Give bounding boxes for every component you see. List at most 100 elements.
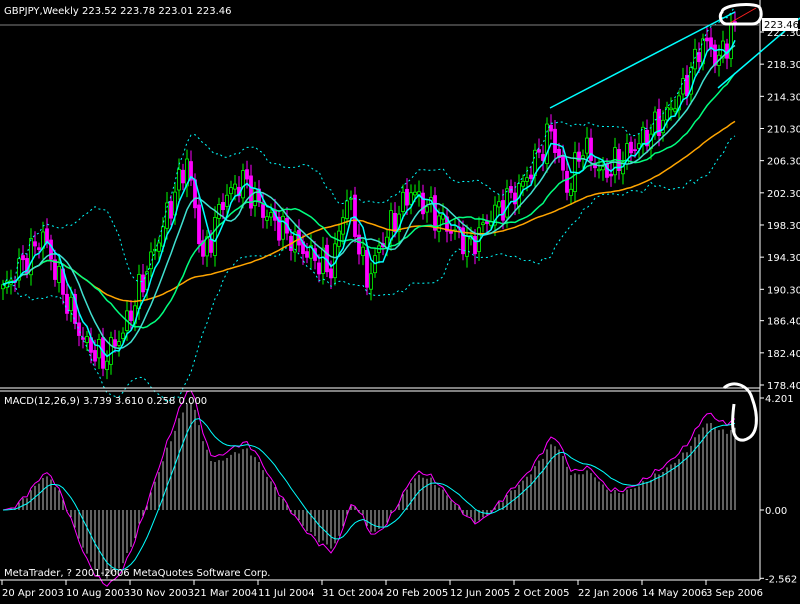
candle-body [345,200,349,219]
candle-body [137,274,141,310]
candle-body [729,23,733,60]
candle-body [117,341,121,346]
macd-tick-label: 0.00 [765,506,787,517]
candle-body [597,168,601,172]
price-tick-label: 218.30 [767,60,800,71]
candle-body [393,212,397,232]
candle-body [369,273,373,290]
chart-window: 222.30 218.30 214.30 210.30 206.30 202.30 198.… [0,0,800,600]
candle-body [553,128,557,153]
candle-body [673,108,677,112]
candle-body [337,230,341,247]
time-tick-label: 30 Nov 2003 [130,588,194,599]
candle-body [365,249,369,288]
time-tick-label: 22 Jan 2006 [578,588,638,599]
candle-body [341,217,345,235]
candle-body [537,149,541,153]
candle-body [269,212,273,218]
candle-body [513,192,517,205]
candle-body [465,235,469,257]
candle-body [385,236,389,248]
candle-body [221,202,225,211]
candle-body [197,204,201,245]
price-tick-label: 194.30 [767,253,800,264]
candle-body [401,191,405,212]
time-tick-label: 20 Feb 2005 [386,588,448,599]
candle-body [81,337,85,340]
price-tick-label: 186.40 [767,317,800,328]
time-tick-label: 20 Apr 2003 [2,588,64,599]
candle-body [45,228,49,243]
symbol-title: GBPJPY,Weekly [4,6,79,17]
candle-body [481,222,485,226]
candle-body [241,170,245,199]
price-tick-label: 182.40 [767,349,800,360]
candle-body [77,322,81,336]
candle-body [217,204,221,219]
candle-body [261,204,265,218]
candle-body [613,147,617,176]
candle-body [93,350,97,362]
current-price-label: 223.46 [764,20,799,31]
candle-body [585,137,589,154]
candle-body [53,259,57,280]
candle-body [501,200,505,221]
time-tick-label: 11 Jul 2004 [258,588,315,599]
candle-body [425,206,429,213]
candle-body [505,188,509,218]
candle-body [209,238,213,253]
price-tick-label: 190.30 [767,285,800,296]
candle-body [85,336,89,343]
candle-body [405,188,409,206]
candle-body [21,255,25,261]
candle-body [129,310,133,321]
candle-body [433,195,437,231]
ohlc-values: 223.52 223.78 223.01 223.46 [82,6,232,17]
macd-tick-label: -2.562 [765,574,797,585]
candle-body [233,183,237,190]
candle-body [249,175,253,209]
price-chart[interactable]: 222.30218.30214.30210.30206.30202.30198.… [0,0,800,600]
candle-body [49,239,53,260]
price-tick-label: 210.30 [767,124,800,135]
time-tick-label: 14 May 2006 [642,588,707,599]
candle-body [213,216,217,256]
price-tick-label: 214.30 [767,92,800,103]
time-tick-label: 12 Jun 2005 [450,588,510,599]
candle-body [281,215,285,240]
candle-body [601,166,605,171]
candle-body [245,169,249,180]
price-tick-label: 206.30 [767,157,800,168]
time-tick-label: 10 Aug 2003 [66,588,130,599]
candle-body [97,339,101,359]
candle-body [229,187,233,195]
macd-header: MACD(12,26,9) 3.739 3.610 0.258 0.000 [4,396,207,407]
candle-body [109,337,113,365]
macd-tick-label: 4.201 [765,394,794,405]
candle-body [709,37,713,48]
candle-body [389,210,393,241]
candle-body [609,173,613,177]
candle-body [157,242,161,252]
candle-body [121,332,125,339]
price-tick-label: 202.30 [767,189,800,200]
candle-body [569,188,573,196]
candle-body [181,169,185,184]
candle-body [69,296,73,312]
candle-body [693,48,697,70]
candle-body [253,188,257,206]
candle-body [177,169,181,191]
candle-body [437,215,441,232]
copyright-text: MetaTrader, ? 2001-2006 MetaQuotes Softw… [4,568,270,579]
candle-body [265,216,269,221]
candle-body [653,111,657,135]
candle-body [549,124,553,132]
candle-body [113,339,117,347]
time-tick-label: 21 Mar 2004 [194,588,257,599]
candle-body [105,360,109,371]
candle-body [589,137,593,161]
candle-body [629,141,633,154]
candle-body [561,155,565,171]
candle-body [169,201,173,219]
candle-body [413,191,417,196]
